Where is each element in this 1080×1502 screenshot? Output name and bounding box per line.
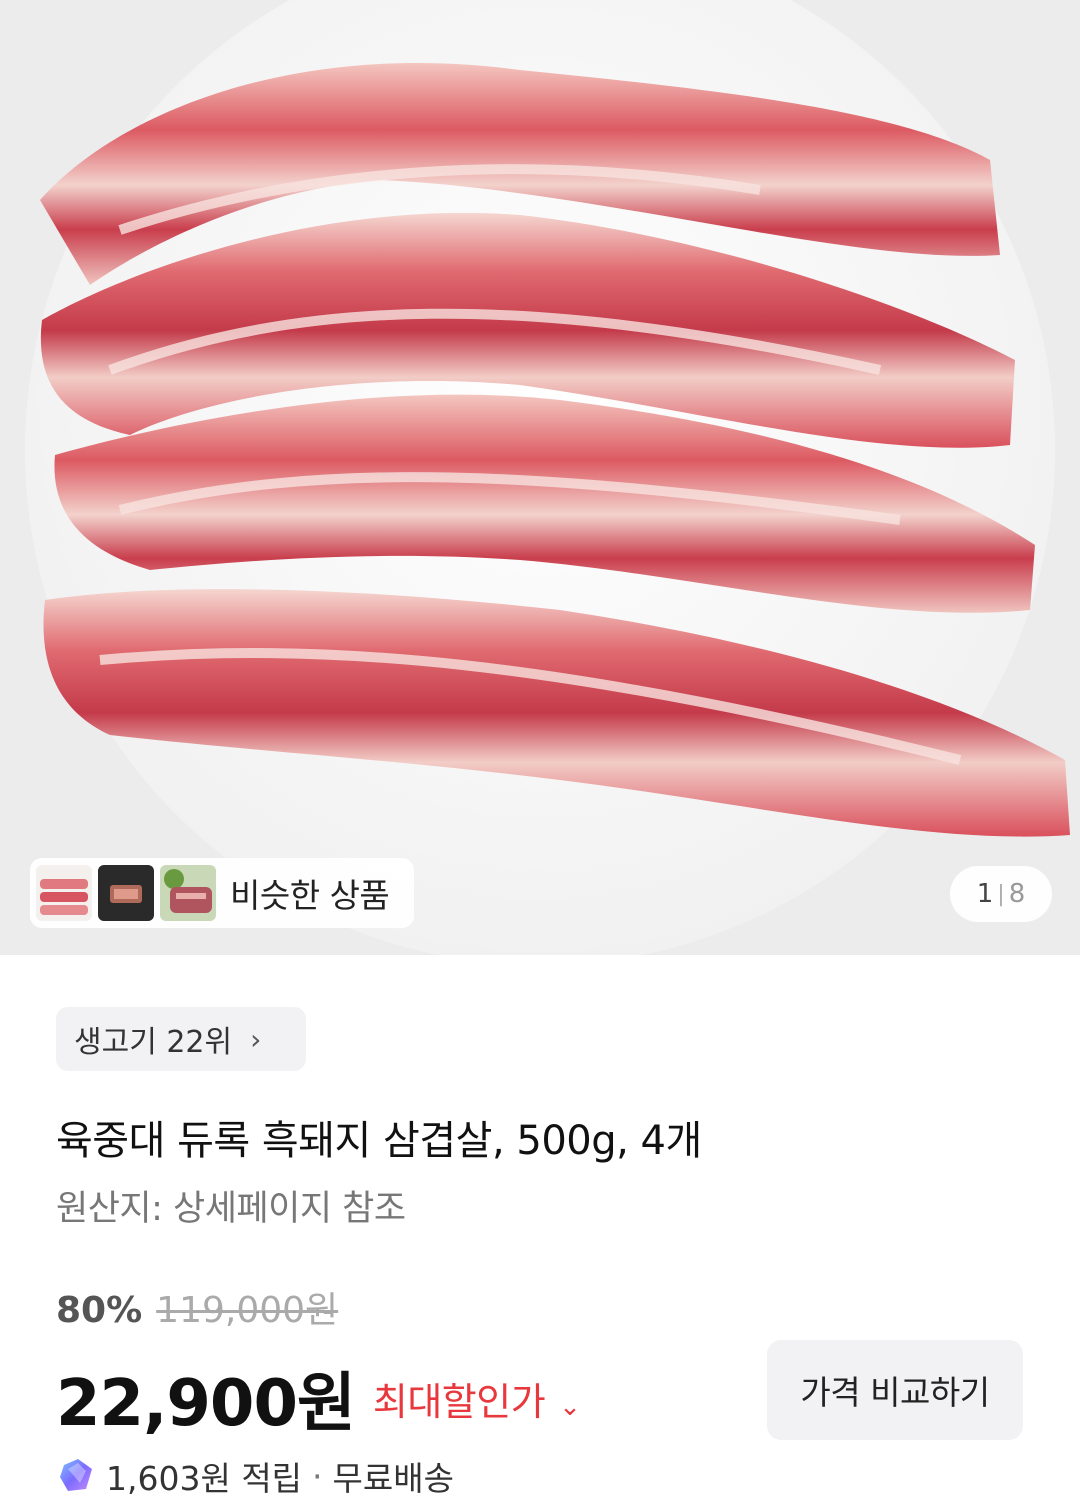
- product-title: 육중대 듀록 흑돼지 삼겹살, 500g, 4개: [56, 1118, 702, 1164]
- reward-points: 1,603원 적립: [106, 1459, 303, 1498]
- reward-shipping-row: 1,603원 적립 · 무료배송: [56, 1452, 454, 1500]
- max-discount-label: 최대할인가: [372, 1379, 546, 1424]
- max-discount-toggle[interactable]: 최대할인가 ⌄: [373, 1371, 581, 1426]
- similar-products-label: 비슷한 상품: [230, 876, 390, 915]
- similar-thumb-1: [36, 865, 92, 921]
- image-counter-total: 8: [1008, 879, 1026, 909]
- sale-price: 22,900원: [56, 1367, 356, 1441]
- image-counter: 1 | 8: [950, 866, 1052, 922]
- discount-row: 80% 119,000원: [56, 1281, 338, 1333]
- image-counter-separator: |: [997, 881, 1005, 907]
- category-rank-chip[interactable]: 생고기 22위 ›: [56, 1007, 306, 1071]
- chevron-down-icon: ⌄: [559, 1391, 581, 1422]
- separator-dot: ·: [312, 1456, 323, 1496]
- similar-products-button[interactable]: 비슷한 상품: [30, 858, 414, 928]
- similar-thumb-3: [160, 865, 216, 921]
- discount-percent: 80%: [56, 1290, 143, 1331]
- original-price: 119,000원: [156, 1290, 339, 1331]
- product-image-gallery[interactable]: 비슷한 상품 1 | 8: [0, 0, 1080, 955]
- image-counter-current: 1: [976, 879, 994, 909]
- shipping-info: 무료배송: [332, 1459, 454, 1498]
- similar-thumb-2: [98, 865, 154, 921]
- category-rank-label: 생고기 22위: [74, 1025, 233, 1060]
- price-row: 22,900원 최대할인가 ⌄: [56, 1352, 581, 1444]
- product-photo: [0, 0, 1080, 955]
- compare-price-button[interactable]: 가격 비교하기: [767, 1340, 1023, 1440]
- chevron-right-icon: ›: [250, 1022, 262, 1056]
- diamond-reward-icon: [60, 1459, 92, 1491]
- product-origin: 원산지: 상세페이지 참조: [56, 1189, 406, 1229]
